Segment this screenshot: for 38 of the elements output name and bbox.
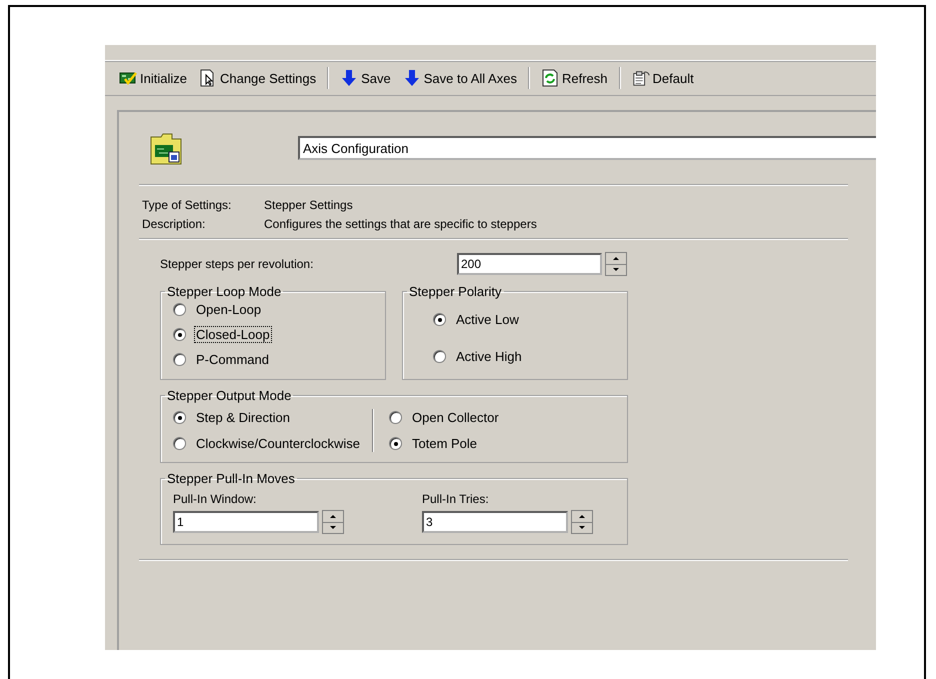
- info-label: Description:: [142, 217, 206, 231]
- clipboard-icon: [632, 69, 650, 87]
- down-arrow-icon: [402, 69, 421, 87]
- info-label: Type of Settings:: [142, 198, 232, 212]
- toolbar-button[interactable]: Default: [626, 67, 699, 89]
- radio-option[interactable]: Active Low: [433, 311, 615, 328]
- toolbar-button[interactable]: Save: [335, 67, 396, 89]
- toolbar-button[interactable]: Save to All Axes: [398, 67, 522, 89]
- toolbar-button[interactable]: Refresh: [536, 67, 612, 89]
- radio-option[interactable]: Open Collector: [389, 409, 501, 426]
- refresh-icon: [540, 69, 559, 87]
- down-arrow-icon: [340, 69, 358, 87]
- radio-option[interactable]: Active High: [433, 348, 615, 365]
- name-field[interactable]: Axis Configuration: [298, 136, 876, 160]
- field-label: Pull-In Tries:: [422, 492, 490, 506]
- radio-option[interactable]: Totem Pole: [389, 435, 501, 452]
- group-title: Stepper Polarity: [408, 284, 502, 299]
- radio-option[interactable]: Open-Loop: [173, 301, 373, 318]
- radio-option[interactable]: Clockwise/Counterclockwise: [173, 435, 362, 452]
- number-field[interactable]: 3: [422, 511, 568, 533]
- folder-icon: [150, 131, 182, 165]
- radio-option[interactable]: P-Command: [173, 351, 373, 368]
- group-title: Stepper Pull-In Moves: [166, 471, 296, 486]
- number-field[interactable]: 1: [173, 511, 319, 533]
- info-value: Stepper Settings: [264, 198, 354, 212]
- radio-option[interactable]: Closed-Loop: [173, 326, 373, 343]
- spin-buttons[interactable]: [605, 252, 627, 276]
- toolbar-button[interactable]: Initialize: [114, 67, 192, 89]
- toolbar-button[interactable]: Change Settings: [194, 67, 322, 89]
- spin-buttons[interactable]: [322, 510, 344, 534]
- radio-option[interactable]: Step & Direction: [173, 409, 362, 426]
- group-title: Stepper Output Mode: [166, 388, 292, 403]
- number-field[interactable]: 200: [457, 253, 602, 275]
- spin-buttons[interactable]: [571, 510, 593, 534]
- field-label: Stepper steps per revolution:: [160, 257, 314, 271]
- field-label: Pull-In Window:: [173, 492, 258, 506]
- info-value: Configures the settings that are specific to steppers: [264, 217, 538, 231]
- group-title: Stepper Loop Mode: [166, 284, 282, 299]
